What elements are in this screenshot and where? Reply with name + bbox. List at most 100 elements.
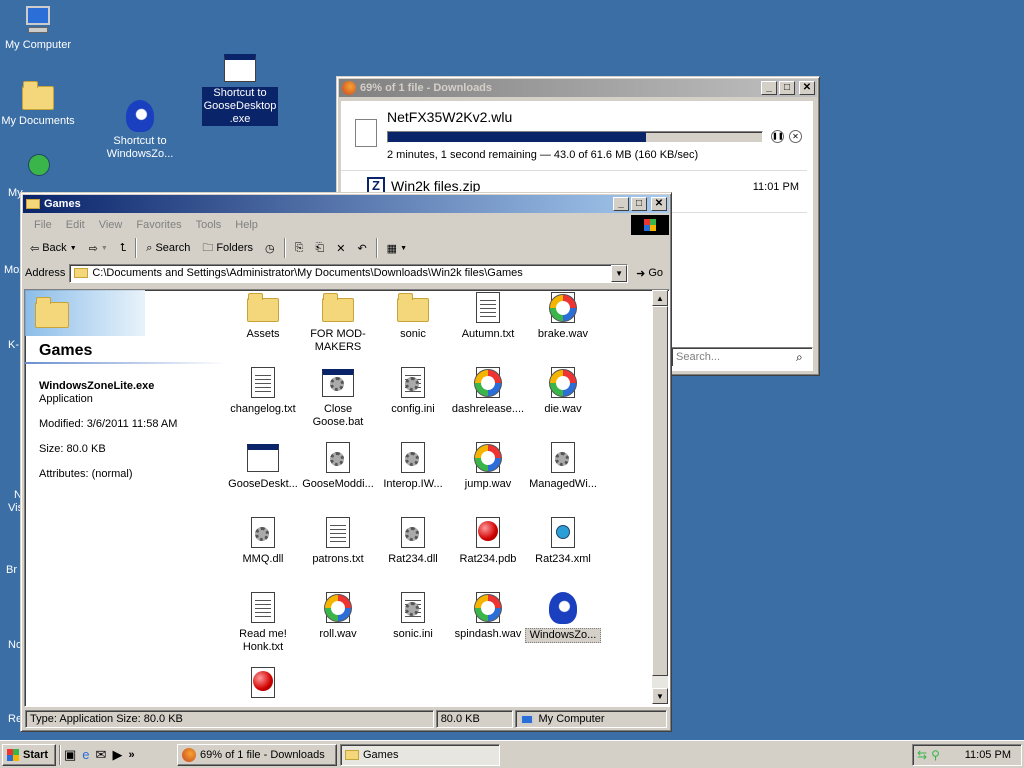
taskbar-item-games[interactable]: Games [340,743,500,766]
info-panel: Games WindowsZoneLite.exe Application Mo… [25,290,227,704]
desktop-icon-my-documents[interactable]: My Documents [0,80,76,128]
scroll-thumb[interactable] [652,306,668,676]
views-icon: ▦ [386,242,398,255]
folders-button[interactable]: 🗀 Folders [199,237,256,260]
file-item[interactable]: Autumn.txt [450,292,526,341]
menu-help[interactable]: Help [228,219,265,231]
menu-view[interactable]: View [92,219,130,231]
maximize-button[interactable]: □ [631,197,647,211]
file-label: WindowsZo... [525,628,601,643]
file-item[interactable]: Rat234.dll [375,517,451,566]
desktop-icon-shortcut-goosedesktop[interactable]: Shortcut to GooseDesktop .exe [202,52,278,126]
file-item[interactable]: Rat234.pdb [450,517,526,566]
windows-logo [631,215,669,235]
file-item[interactable]: Assets [225,292,301,341]
menu-favorites[interactable]: Favorites [129,219,188,231]
maximize-button[interactable]: □ [779,81,795,95]
close-button[interactable]: ✕ [651,197,667,211]
file-item[interactable]: jump.wav [450,442,526,491]
downloads-titlebar[interactable]: 69% of 1 file - Downloads _ □ ✕ [339,79,817,97]
search-icon: ⌕ [796,349,803,364]
info-panel-title: Games [39,342,93,359]
views-button[interactable]: ▦ ▼ [384,240,410,257]
selected-file-type: Application [39,393,93,405]
file-label: patrons.txt [312,553,364,565]
file-item[interactable]: Read me! Honk.txt [225,592,301,654]
outlook-express-icon[interactable]: ✉ [96,747,107,763]
history-button[interactable]: ◷ [262,240,278,257]
tray-app-icon[interactable]: ⇆ [917,748,927,762]
menu-edit[interactable]: Edit [59,219,92,231]
file-item[interactable]: patrons.txt [300,517,376,566]
file-label: GooseDeskt... [228,478,298,490]
cancel-button[interactable]: ✕ [789,130,802,143]
file-item[interactable]: FOR MOD-MAKERS [300,292,376,354]
text-file-icon [247,367,279,399]
menu-tools[interactable]: Tools [189,219,229,231]
address-input[interactable]: C:\Documents and Settings\Administrator\… [69,263,629,283]
explorer-window[interactable]: Games _ □ ✕ File Edit View Favorites Too… [20,192,672,732]
address-dropdown-button[interactable]: ▼ [611,264,628,282]
file-item[interactable]: roll.wav [300,592,376,641]
file-item[interactable]: dashrelease.... [450,367,526,416]
download-progress-bar [387,131,763,143]
taskbar-item-downloads[interactable]: 69% of 1 file - Downloads [177,743,337,766]
folder-icon [345,749,359,760]
search-button[interactable]: ⌕ Search [143,240,193,257]
show-desktop-icon[interactable]: ▣ [64,747,76,763]
desktop-icon-shortcut-windowszone[interactable]: Shortcut to WindowsZo... [102,100,178,161]
close-button[interactable]: ✕ [799,81,815,95]
file-item[interactable]: config.ini [375,367,451,416]
file-item[interactable]: spindash.wav [450,592,526,641]
up-folder-button[interactable]: ⮤ [117,240,130,257]
file-item[interactable]: GooseModdi... [300,442,376,491]
explorer-titlebar[interactable]: Games _ □ ✕ [23,195,669,213]
computer-icon [520,713,535,725]
minimize-button[interactable]: _ [613,197,629,211]
desktop-icon-my-computer[interactable]: My Computer [0,4,76,52]
file-item[interactable]: Rat234.xml [525,517,601,566]
start-button[interactable]: Start [2,743,56,766]
status-text: Type: Application Size: 80.0 KB [25,710,434,728]
menu-file[interactable]: File [27,219,59,231]
download-item[interactable]: NetFX35W2Kv2.wlu ❚❚ ✕ 2 minutes, 1 secon… [341,101,807,171]
tray-network-icon[interactable]: ⚲ [931,748,940,762]
file-item[interactable] [225,667,301,703]
downloads-search-box[interactable]: Search... ⌕ [671,347,813,367]
scroll-down-button[interactable]: ▼ [652,688,668,704]
firefox-icon [342,81,356,95]
vertical-scrollbar[interactable]: ▲ ▼ [652,290,668,704]
back-button[interactable]: ⇦ Back ▼ [27,240,80,257]
scroll-up-button[interactable]: ▲ [652,290,668,306]
minimize-button[interactable]: _ [761,81,777,95]
internet-explorer-icon[interactable]: e [82,747,89,762]
forward-button[interactable]: ⇨ ▼ [86,240,111,257]
download-status: 2 minutes, 1 second remaining — 43.0 of … [387,149,699,161]
file-item[interactable]: brake.wav [525,292,601,341]
file-item[interactable]: ManagedWi... [525,442,601,491]
file-item[interactable]: GooseDeskt... [225,442,301,491]
file-item[interactable]: Close Goose.bat [300,367,376,429]
file-item[interactable]: Interop.IW... [375,442,451,491]
media-file-icon [547,367,579,399]
copy-to-button[interactable]: ⎗ [312,240,327,257]
move-to-button[interactable]: ⎘ [292,240,307,257]
selected-file-modified: Modified: 3/6/2011 11:58 AM [39,418,178,430]
undo-button[interactable]: ↶ [354,240,369,257]
undo-icon: ↶ [357,242,367,255]
file-item[interactable]: die.wav [525,367,601,416]
file-item[interactable]: MMQ.dll [225,517,301,566]
file-item[interactable]: WindowsZo... [525,592,601,643]
file-item[interactable]: changelog.txt [225,367,301,416]
pause-button[interactable]: ❚❚ [771,130,784,143]
desktop-edge-label: Br [6,564,17,576]
file-item[interactable]: sonic [375,292,451,341]
chevron-down-icon: ▼ [400,244,408,252]
delete-button[interactable]: ✕ [333,240,348,257]
go-button[interactable]: ➜ Go [632,267,667,280]
media-player-icon[interactable]: ▶ [112,747,122,763]
dll-file-icon [322,442,354,474]
more-quick-launch-icon[interactable]: » [128,749,134,761]
file-item[interactable]: sonic.ini [375,592,451,641]
file-label: brake.wav [537,328,589,340]
